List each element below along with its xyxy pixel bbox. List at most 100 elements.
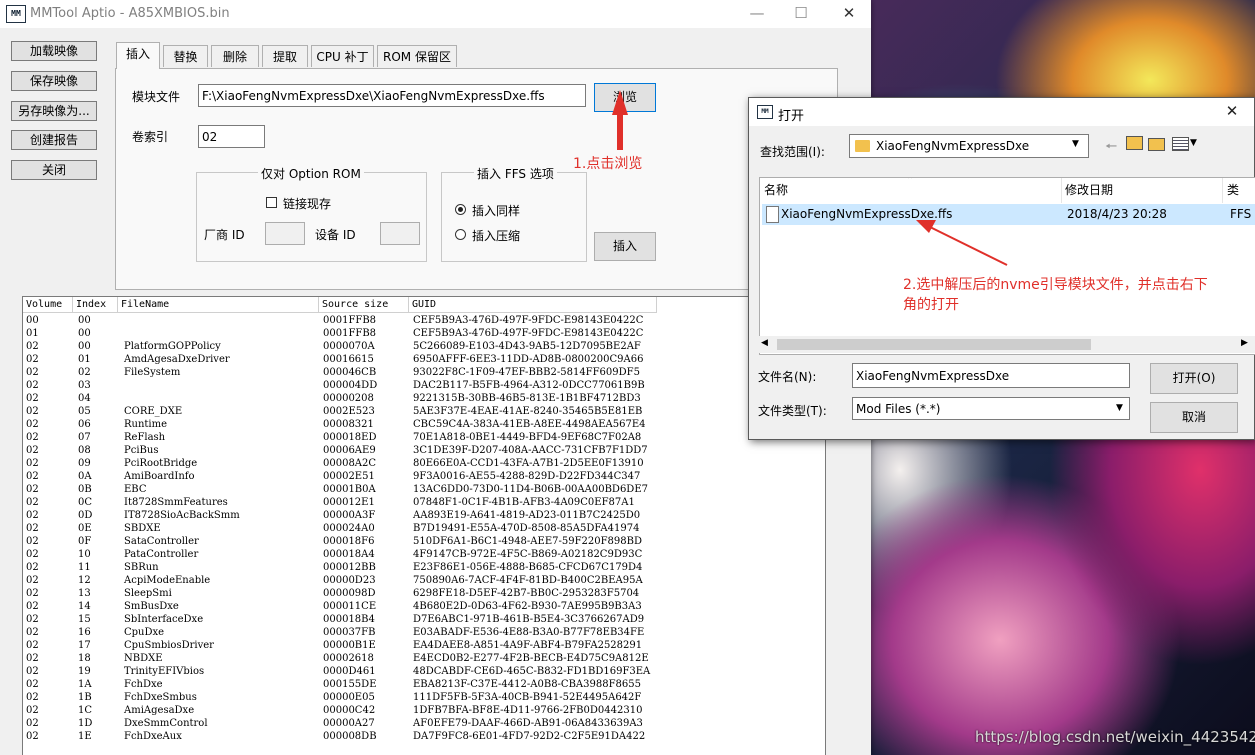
cell-guid: 9221315B-30BB-46B5-813E-1B1BF4712BD3 xyxy=(413,393,641,404)
dialog-close-button[interactable]: ✕ xyxy=(1210,98,1254,126)
table-row[interactable]: 02 0D IT8728SioAcBackSmm 00000A3F AA893E19-A… xyxy=(23,509,823,522)
col-type-header[interactable]: 类 xyxy=(1225,178,1255,203)
file-type: FFS xyxy=(1230,207,1252,221)
table-row[interactable]: 01 00 0001FFB8 CEF5B9A3-476D-497F-9FDC-E981… xyxy=(23,327,823,340)
insert-compressed-radio[interactable] xyxy=(455,229,466,240)
table-row[interactable]: 02 1E FchDxeAux 000008DB DA7F9FC8-6E01-4FD7-… xyxy=(23,730,823,743)
table-row[interactable]: 02 08 PciBus 00006AE9 3C1DE39F-D207-408A-AAC… xyxy=(23,444,823,457)
table-row[interactable]: 02 11 SBRun 000012BB E23F86E1-056E-4888-B685… xyxy=(23,561,823,574)
back-arrow-icon[interactable]: 🠔 xyxy=(1105,136,1117,160)
table-row[interactable]: 02 00 PlatformGOPPolicy 0000070A 5C266089-E1… xyxy=(23,340,823,353)
table-row[interactable]: 02 18 NBDXE 00002618 E4ECD0B2-E277-4F2B-BECB… xyxy=(23,652,823,665)
table-row[interactable]: 02 0E SBDXE 000024A0 B7D19491-E55A-470D-8508… xyxy=(23,522,823,535)
table-row[interactable]: 02 04 00000208 9221315B-30BB-46B5-813E-1B1B… xyxy=(23,392,823,405)
device-id-input[interactable] xyxy=(380,222,420,245)
col-date-header[interactable]: 修改日期 xyxy=(1063,178,1223,203)
module-table[interactable]: Volume Index FileName Source size GUID 0… xyxy=(22,296,826,755)
module-file-input[interactable]: F:\XiaoFengNvmExpressDxe\XiaoFengNvmExpr… xyxy=(198,84,586,107)
cell-volume: 02 xyxy=(26,601,39,612)
vendor-id-input[interactable] xyxy=(265,222,305,245)
link-existing-checkbox[interactable] xyxy=(266,197,277,208)
insert-button[interactable]: 插入 xyxy=(594,232,656,261)
save-image-as-button[interactable]: 另存映像为... xyxy=(11,101,97,121)
open-button[interactable]: 打开(O) xyxy=(1150,363,1238,394)
maximize-button[interactable]: ☐ xyxy=(779,0,823,28)
table-row[interactable]: 02 1A FchDxe 000155DE EBA8213F-C37E-4412-A0B… xyxy=(23,678,823,691)
tab-insert[interactable]: 插入 xyxy=(116,42,160,69)
cell-guid: 1DFB7BFA-BF8E-4D11-9766-2FB0D0442310 xyxy=(413,705,643,716)
cell-guid: 13AC6DD0-73D0-11D4-B06B-00AA00BD6DE7 xyxy=(413,484,648,495)
table-row[interactable]: 02 14 SmBusDxe 000011CE 4B680E2D-0D63-4F62-B… xyxy=(23,600,823,613)
cell-index: 0E xyxy=(78,523,92,534)
col-guid-header[interactable]: GUID xyxy=(409,297,657,313)
tab-extract[interactable]: 提取 xyxy=(262,45,308,67)
cancel-button[interactable]: 取消 xyxy=(1150,402,1238,433)
tab-cpu-patch[interactable]: CPU 补丁 xyxy=(311,45,374,67)
up-folder-icon[interactable] xyxy=(1126,136,1143,150)
minimize-button[interactable]: — xyxy=(735,0,779,28)
view-menu-chevron-icon[interactable]: ▼ xyxy=(1190,138,1197,148)
insert-same-radio[interactable] xyxy=(455,204,466,215)
col-volume-header[interactable]: Volume xyxy=(23,297,73,313)
chevron-down-icon[interactable]: ▼ xyxy=(1072,139,1079,149)
table-row[interactable]: 02 16 CpuDxe 000037FB E03ABADF-E536-4E88-B3A… xyxy=(23,626,823,639)
cell-source-size: 00000C42 xyxy=(323,705,376,716)
cell-volume: 02 xyxy=(26,575,39,586)
col-filename-header[interactable]: FileName xyxy=(118,297,319,313)
volume-index-input[interactable]: 02 xyxy=(198,125,265,148)
col-index-header[interactable]: Index xyxy=(73,297,118,313)
cell-index: 07 xyxy=(78,432,91,443)
table-row[interactable]: 02 09 PciRootBridge 00008A2C 80E66E0A-CCD1-4… xyxy=(23,457,823,470)
tab-rom-reserve[interactable]: ROM 保留区 xyxy=(377,45,457,67)
table-row[interactable]: 02 01 AmdAgesaDxeDriver 00016615 6950AFFF-6E… xyxy=(23,353,823,366)
filename-label: 文件名(N): xyxy=(758,370,817,384)
load-image-button[interactable]: 加载映像 xyxy=(11,41,97,61)
cell-filename: FileSystem xyxy=(124,367,181,378)
browse-button[interactable]: 浏览 xyxy=(594,83,656,112)
cell-volume: 02 xyxy=(26,536,39,547)
app-icon: MM xyxy=(6,5,26,23)
table-row[interactable]: 02 15 SbInterfaceDxe 000018B4 D7E6ABC1-971B-… xyxy=(23,613,823,626)
table-row[interactable]: 02 10 PataController 000018A4 4F9147CB-972E-… xyxy=(23,548,823,561)
table-row[interactable]: 02 02 FileSystem 000046CB 93022F8C-1F09-47EF… xyxy=(23,366,823,379)
table-row[interactable]: 02 0C It8728SmmFeatures 000012E1 07848F1-0C1… xyxy=(23,496,823,509)
save-image-button[interactable]: 保存映像 xyxy=(11,71,97,91)
table-row[interactable]: 02 03 000004DD DAC2B117-B5FB-4964-A312-0DCC… xyxy=(23,379,823,392)
insert-same-label: 插入同样 xyxy=(472,204,521,218)
close-button[interactable]: 关闭 xyxy=(11,160,97,180)
table-row[interactable]: 00 00 0001FFB8 CEF5B9A3-476D-497F-9FDC-E981… xyxy=(23,314,823,327)
table-row[interactable]: 02 0B EBC 00001B0A 13AC6DD0-73D0-11D4-B06B-0… xyxy=(23,483,823,496)
table-row[interactable]: 02 05 CORE_DXE 0002E523 5AE3F37E-4EAE-41AE-8… xyxy=(23,405,823,418)
cell-volume: 02 xyxy=(26,562,39,573)
filename-input[interactable]: XiaoFengNvmExpressDxe xyxy=(852,363,1130,388)
table-row[interactable]: 02 06 Runtime 00008321 CBC59C4A-383A-41EB-A8… xyxy=(23,418,823,431)
close-window-button[interactable]: ✕ xyxy=(827,0,871,28)
file-list-hscrollbar[interactable]: ◀ ▶ xyxy=(759,336,1255,353)
cell-filename: SBDXE xyxy=(124,523,161,534)
view-menu-icon[interactable] xyxy=(1172,137,1189,151)
table-row[interactable]: 02 1C AmiAgesaDxe 00000C42 1DFB7BFA-BF8E-4D1… xyxy=(23,704,823,717)
table-row[interactable]: 02 0F SataController 000018F6 510DF6A1-B6C1-… xyxy=(23,535,823,548)
file-list[interactable]: 名称 ⌃ 修改日期 类 XiaoFengNvmExpressDxe.ffs 20… xyxy=(759,177,1255,355)
table-row[interactable]: 02 1B FchDxeSmbus 00000E05 111DF5FB-5F3A-40C… xyxy=(23,691,823,704)
table-row[interactable]: 02 17 CpuSmbiosDriver 00000B1E EA4DAEE8-A851… xyxy=(23,639,823,652)
filetype-select[interactable]: Mod Files (*.*) xyxy=(852,397,1130,420)
tab-delete[interactable]: 删除 xyxy=(211,45,259,67)
create-report-button[interactable]: 创建报告 xyxy=(11,130,97,150)
table-row[interactable]: 02 0A AmiBoardInfo 00002E51 9F3A0016-AE55-42… xyxy=(23,470,823,483)
new-folder-icon[interactable] xyxy=(1148,138,1165,151)
scroll-left-icon[interactable]: ◀ xyxy=(761,338,768,348)
look-in-select[interactable]: XiaoFengNvmExpressDxe xyxy=(849,134,1089,158)
scroll-thumb[interactable] xyxy=(777,339,1091,350)
file-row[interactable]: XiaoFengNvmExpressDxe.ffs 2018/4/23 20:2… xyxy=(762,204,1255,225)
scroll-right-icon[interactable]: ▶ xyxy=(1241,338,1248,348)
table-row[interactable]: 02 1D DxeSmmControl 00000A27 AF0EFE79-DAAF-4… xyxy=(23,717,823,730)
table-row[interactable]: 02 07 ReFlash 000018ED 70E1A818-0BE1-4449-BF… xyxy=(23,431,823,444)
table-row[interactable]: 02 13 SleepSmi 0000098D 6298FE18-D5EF-42B7-B… xyxy=(23,587,823,600)
tab-replace[interactable]: 替换 xyxy=(163,45,208,67)
table-row[interactable]: 02 12 AcpiModeEnable 00000D23 750890A6-7ACF-… xyxy=(23,574,823,587)
cell-volume: 02 xyxy=(26,718,39,729)
col-source-size-header[interactable]: Source size xyxy=(319,297,409,313)
filetype-chevron-icon[interactable]: ▼ xyxy=(1116,403,1123,413)
table-row[interactable]: 02 19 TrinityEFIVbios 0000D461 48DCABDF-CE6D… xyxy=(23,665,823,678)
